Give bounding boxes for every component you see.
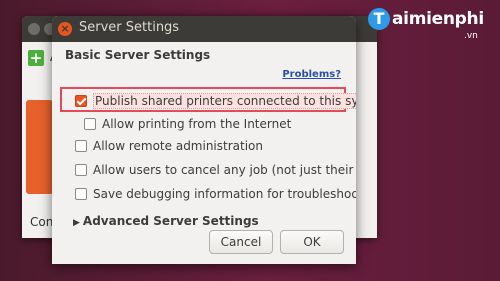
section-heading: Basic Server Settings xyxy=(65,48,211,62)
watermark-logo: T aimienphi xyxy=(368,8,484,30)
watermark-suffix: .vn xyxy=(464,31,478,41)
server-settings-dialog: × Server Settings Basic Server Settings … xyxy=(52,16,356,264)
option-label: Publish shared printers connected to thi… xyxy=(93,93,356,109)
watermark-logo-mark: T xyxy=(368,8,390,30)
option-publish-shared-printers[interactable]: Publish shared printers connected to thi… xyxy=(75,93,356,109)
ok-button[interactable]: OK xyxy=(280,230,344,254)
checkbox-save-debugging-info[interactable] xyxy=(75,188,87,200)
option-label: Save debugging information for troublesh… xyxy=(93,187,356,201)
problems-link[interactable]: Problems? xyxy=(282,69,341,80)
option-save-debugging-info[interactable]: Save debugging information for troublesh… xyxy=(75,187,356,201)
add-icon[interactable]: + xyxy=(28,50,44,66)
checkbox-allow-cancel-any-job[interactable] xyxy=(75,164,87,176)
option-allow-internet-printing[interactable]: Allow printing from the Internet xyxy=(84,117,291,131)
background-close-button[interactable] xyxy=(28,23,40,35)
dialog-title: Server Settings xyxy=(79,20,180,35)
checkbox-allow-remote-admin[interactable] xyxy=(75,140,87,152)
expander-arrow-icon: ▶ xyxy=(73,218,80,228)
printer-icon[interactable] xyxy=(26,100,53,194)
advanced-settings-label: Advanced Server Settings xyxy=(82,214,259,228)
option-allow-cancel-any-job[interactable]: Allow users to cancel any job (not just … xyxy=(75,163,356,177)
option-label: Allow remote administration xyxy=(93,139,263,153)
dialog-titlebar: × Server Settings xyxy=(52,16,356,42)
advanced-settings-expander[interactable]: ▶ Advanced Server Settings xyxy=(73,214,259,228)
cancel-button[interactable]: Cancel xyxy=(209,230,273,254)
close-icon[interactable]: × xyxy=(58,22,72,36)
option-label: Allow printing from the Internet xyxy=(102,117,292,131)
checkbox-allow-internet-printing[interactable] xyxy=(84,118,96,130)
option-allow-remote-admin[interactable]: Allow remote administration xyxy=(75,139,263,153)
option-label: Allow users to cancel any job (not just … xyxy=(93,163,356,177)
watermark-text: aimienphi xyxy=(392,9,484,29)
checkbox-publish-shared-printers[interactable] xyxy=(75,95,87,107)
